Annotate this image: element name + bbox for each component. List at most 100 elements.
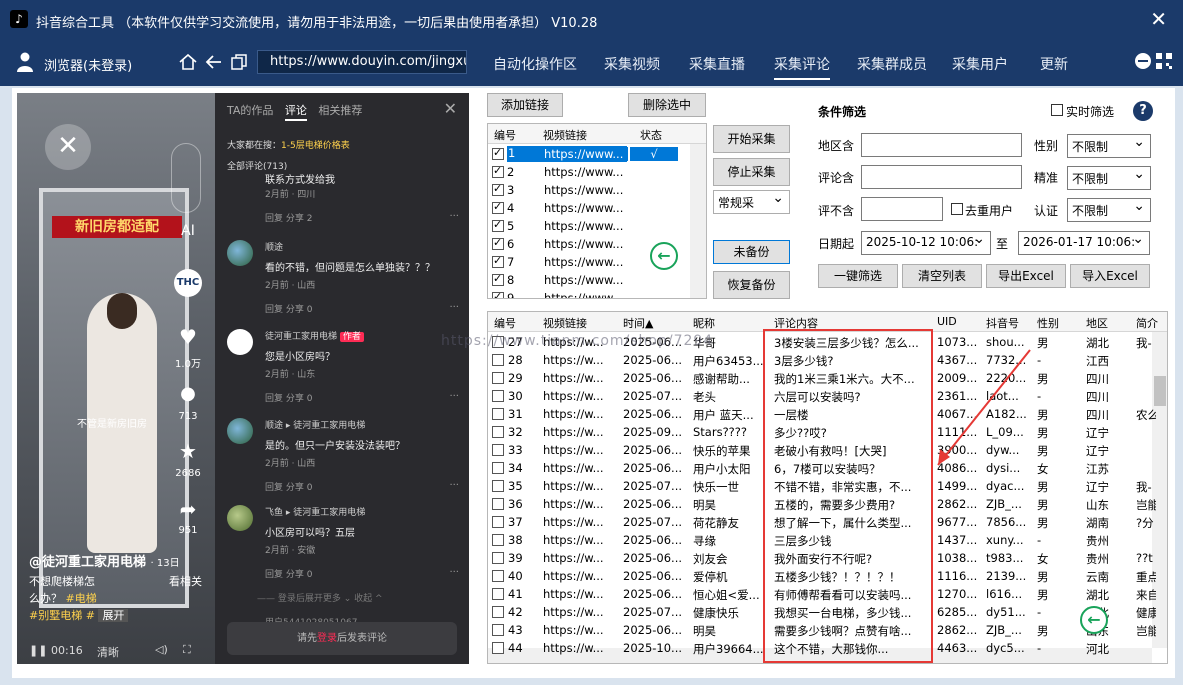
search-term[interactable]: 1-5层电梯价格表 [281,141,350,151]
comment-author[interactable]: 顺途 ▸ 徒河重工家用电梯 [265,418,365,431]
row-checkbox[interactable] [492,570,504,582]
share-icon[interactable]: ➦ [174,497,202,521]
link-row[interactable]: 5 https://www... [488,217,706,235]
delete-selected-button[interactable]: 删除选中 [628,93,706,117]
tab-collect-video[interactable]: 采集视频 [604,54,660,74]
hashtag-elevator[interactable]: #电梯 [66,592,97,605]
row-checkbox[interactable] [492,426,504,438]
row-checkbox[interactable] [492,182,504,196]
stop-collect-button[interactable]: 停止采集 [713,158,790,186]
tab-recommend[interactable]: 相关推荐 [318,104,362,117]
col-uid[interactable]: UID [937,315,957,328]
realtime-checkbox[interactable] [1051,104,1063,116]
copy-icon[interactable] [229,52,249,72]
star-icon[interactable]: ★ [174,439,202,463]
backup-button[interactable]: 未备份 [713,240,790,264]
clear-list-button[interactable]: 清空列表 [902,264,982,288]
close-video-icon[interactable]: ✕ [45,124,91,170]
col-time[interactable]: 时间▲ [623,315,653,331]
ai-icon[interactable]: AI [174,223,202,239]
add-link-button[interactable]: 添加链接 [487,93,563,117]
mode-select[interactable]: 常规采 [713,190,790,214]
gender-select[interactable]: 不限制 [1067,134,1151,158]
avatar[interactable] [227,505,253,531]
more-icon[interactable]: ··· [449,391,459,402]
comment-include-input[interactable] [861,165,1022,189]
dedup-checkbox[interactable] [951,203,963,215]
row-checkbox[interactable] [492,444,504,456]
related-link[interactable]: 看相关 [169,573,202,589]
comment-icon[interactable]: ● [174,383,202,404]
row-checkbox[interactable] [492,588,504,600]
comment-exclude-input[interactable] [861,197,943,221]
qrcode-icon[interactable] [1155,52,1173,70]
more-icon[interactable]: ··· [449,302,459,313]
row-checkbox[interactable] [492,236,504,250]
restore-backup-button[interactable]: 恢复备份 [713,271,790,299]
row-checkbox[interactable] [492,354,504,366]
video-author[interactable]: @徒河重工家用电梯 · 13日 [29,551,180,570]
col-bio[interactable]: 简介 [1136,315,1158,331]
row-checkbox[interactable] [492,462,504,474]
tab-works[interactable]: TA的作品 [227,104,273,117]
row-checkbox[interactable] [492,290,504,298]
link-row[interactable]: 9 https://www... [488,289,706,298]
comment-actions[interactable]: 回复 分享 0 [265,302,312,315]
row-checkbox[interactable] [492,372,504,384]
tab-collect-live[interactable]: 采集直播 [689,54,745,74]
link-row[interactable]: 3 https://www... [488,181,706,199]
tab-comments[interactable]: 评论 [284,104,307,121]
comment-actions[interactable]: 回复 分享 0 [265,567,312,580]
row-checkbox[interactable] [492,218,504,232]
export-excel-button[interactable]: 导出Excel [986,264,1066,288]
comment-actions[interactable]: 回复 分享 0 [265,391,312,404]
row-checkbox[interactable] [492,390,504,402]
help-icon[interactable]: ? [1133,101,1153,121]
link-row[interactable]: 2 https://www... [488,163,706,181]
tab-collect-group[interactable]: 采集群成员 [857,54,927,74]
hashtag-more[interactable]: # [86,609,95,622]
tab-update[interactable]: 更新 [1040,54,1068,74]
comment-actions[interactable]: 回复 分享 2 [265,211,312,224]
tab-automation[interactable]: 自动化操作区 [493,54,577,74]
precise-select[interactable]: 不限制 [1067,166,1151,190]
col-nickname[interactable]: 昵称 [693,315,715,331]
row-checkbox[interactable] [492,498,504,510]
row-checkbox[interactable] [492,254,504,268]
login-to-expand[interactable]: —— 登录后展开更多 ⌄ 收起 ^ [257,591,383,604]
import-excel-button[interactable]: 导入Excel [1070,264,1150,288]
expand-button[interactable]: 展开 [98,609,129,622]
back-icon[interactable] [204,52,224,72]
row-checkbox[interactable] [492,624,504,636]
pause-icon[interactable]: ❚❚ [29,644,47,657]
row-checkbox[interactable] [492,516,504,528]
row-checkbox[interactable] [492,552,504,564]
tab-collect-comments[interactable]: 采集评论 [774,54,830,80]
avatar[interactable] [227,418,253,444]
quality-label[interactable]: 清晰 [97,644,119,660]
video-player[interactable]: 新旧房都适配 不管是新房旧房 ✕ AI THC ♥ 1.0万 ● 713 ★ 2… [17,93,215,664]
comment-author[interactable]: 飞鱼 ▸ 徒河重工家用电梯 [265,505,365,518]
user-icon[interactable] [16,52,34,72]
date-from-picker[interactable]: 2025-10-12 10:06: [861,231,991,255]
link-row[interactable]: 8 https://www... [488,271,706,289]
row-checkbox[interactable] [492,146,504,160]
minimize-icon[interactable] [1134,52,1152,70]
tab-collect-users[interactable]: 采集用户 [952,54,1008,74]
link-row[interactable]: 4 https://www... [488,199,706,217]
col-url[interactable]: 视频链接 [543,315,587,331]
post-comment-box[interactable]: 请先登录后发表评论 [227,622,457,655]
row-checkbox[interactable] [492,534,504,546]
auth-select[interactable]: 不限制 [1067,198,1151,222]
start-collect-button[interactable]: 开始采集 [713,125,790,153]
more-icon[interactable]: ··· [449,211,459,222]
scroll-arrows-icon[interactable] [171,143,201,213]
row-checkbox[interactable] [492,408,504,420]
row-checkbox[interactable] [492,480,504,492]
comment-actions[interactable]: 回复 分享 0 [265,480,312,493]
more-icon[interactable]: ··· [449,567,459,578]
more-icon[interactable]: ··· [449,480,459,491]
hashtag-villa[interactable]: #别墅电梯 [29,609,82,622]
close-icon[interactable]: ✕ [1150,7,1167,31]
browser-login-label[interactable]: 浏览器(未登录) [44,55,132,74]
